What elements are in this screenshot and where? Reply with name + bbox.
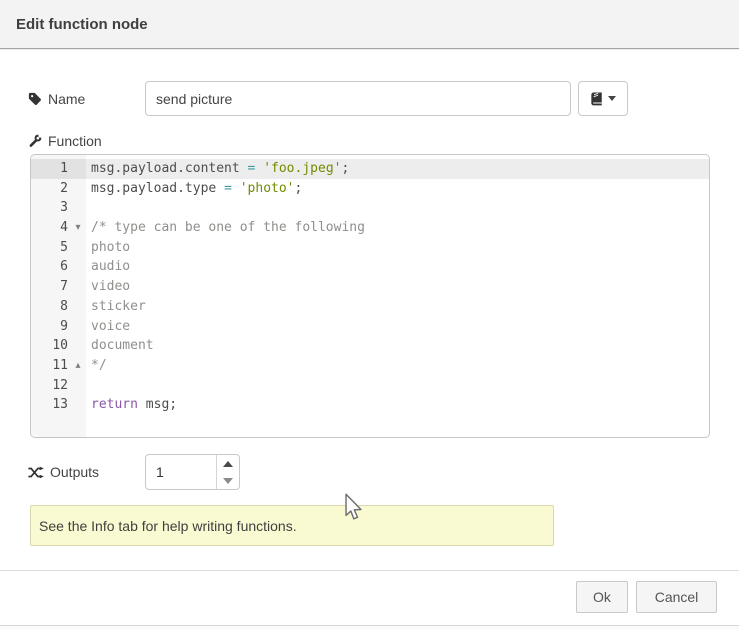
- code-text: video: [86, 277, 709, 297]
- code-line[interactable]: 13 return msg;: [31, 395, 709, 415]
- line-number: 9: [31, 317, 68, 337]
- line-number: 1: [31, 159, 68, 179]
- outputs-spinner: [145, 454, 240, 490]
- gutter-cell: 2: [31, 179, 86, 199]
- gutter-cell: 1: [31, 159, 86, 179]
- line-number: 5: [31, 238, 68, 258]
- gutter-cell: 11▴: [31, 356, 86, 376]
- outputs-input[interactable]: [146, 455, 216, 489]
- gutter-cell: 5: [31, 238, 86, 258]
- wrench-icon: [28, 134, 42, 148]
- shuffle-icon: [28, 466, 44, 479]
- code-text: /* type can be one of the following: [86, 218, 709, 238]
- code-text: */: [86, 356, 709, 376]
- gutter-cell: 7: [31, 277, 86, 297]
- code-line[interactable]: 3: [31, 198, 709, 218]
- line-number: 7: [31, 277, 68, 297]
- code-text: [86, 198, 709, 218]
- info-tip-text: See the Info tab for help writing functi…: [39, 518, 297, 534]
- library-button[interactable]: [578, 81, 628, 116]
- function-label-text: Function: [48, 133, 102, 149]
- tag-icon: [28, 92, 42, 106]
- spinner-up-button[interactable]: [217, 455, 239, 472]
- page-background-strip: [0, 626, 739, 630]
- name-input[interactable]: [145, 81, 571, 116]
- book-icon: [590, 92, 603, 106]
- caret-down-icon: [608, 96, 616, 101]
- gutter-cell: 6: [31, 257, 86, 277]
- code-text: return msg;: [86, 395, 709, 415]
- outputs-label: Outputs: [28, 454, 99, 490]
- function-label: Function: [28, 131, 102, 151]
- dialog-header: Edit function node: [0, 0, 739, 49]
- dialog-title: Edit function node: [16, 0, 148, 49]
- arrow-down-icon: [223, 478, 233, 484]
- line-number: 10: [31, 336, 68, 356]
- code-line[interactable]: 7 video: [31, 277, 709, 297]
- spinner-down-button[interactable]: [217, 472, 239, 489]
- name-label: Name: [28, 81, 85, 116]
- code-text: voice: [86, 317, 709, 337]
- line-number: 4: [31, 218, 68, 238]
- gutter-cell: 4▾: [31, 218, 86, 238]
- line-number: 11: [31, 356, 68, 376]
- gutter-cell: 10: [31, 336, 86, 356]
- gutter-cell: 3: [31, 198, 86, 218]
- cancel-button[interactable]: Cancel: [636, 581, 717, 613]
- gutter-cell: 8: [31, 297, 86, 317]
- line-number: 2: [31, 179, 68, 199]
- line-number: 13: [31, 395, 68, 415]
- code-text: audio: [86, 257, 709, 277]
- code-line[interactable]: 10 document: [31, 336, 709, 356]
- code-text: msg.payload.content = 'foo.jpeg';: [86, 159, 709, 179]
- function-code-editor[interactable]: 1 msg.payload.content = 'foo.jpeg'; 2 msg.p…: [30, 154, 710, 438]
- spinner-buttons: [216, 455, 239, 489]
- footer-divider: [0, 570, 739, 571]
- code-line[interactable]: 9 voice: [31, 317, 709, 337]
- name-label-text: Name: [48, 91, 85, 107]
- code-text: sticker: [86, 297, 709, 317]
- line-number: 6: [31, 257, 68, 277]
- gutter-cell: 13: [31, 395, 86, 415]
- code-line[interactable]: 1 msg.payload.content = 'foo.jpeg';: [31, 159, 709, 179]
- outputs-label-text: Outputs: [50, 464, 99, 480]
- code-line[interactable]: 2 msg.payload.type = 'photo';: [31, 179, 709, 199]
- info-tip-box: See the Info tab for help writing functi…: [30, 505, 554, 546]
- code-text: [86, 376, 709, 396]
- code-line[interactable]: 5 photo: [31, 238, 709, 258]
- gutter-cell: 12: [31, 376, 86, 396]
- ok-button[interactable]: Ok: [576, 581, 628, 613]
- fold-down-icon[interactable]: ▾: [70, 218, 86, 238]
- code-line[interactable]: 8 sticker: [31, 297, 709, 317]
- edit-function-dialog: Edit function node Name Function 1 msg.pa…: [0, 0, 739, 630]
- gutter-cell: 9: [31, 317, 86, 337]
- code-line[interactable]: 4▾/* type can be one of the following: [31, 218, 709, 238]
- arrow-up-icon: [223, 461, 233, 467]
- line-number: 3: [31, 198, 68, 218]
- code-text: document: [86, 336, 709, 356]
- code-line[interactable]: 6 audio: [31, 257, 709, 277]
- fold-up-icon[interactable]: ▴: [70, 356, 86, 376]
- code-line[interactable]: 12: [31, 376, 709, 396]
- code-text: photo: [86, 238, 709, 258]
- code-line[interactable]: 11▴*/: [31, 356, 709, 376]
- code-text: msg.payload.type = 'photo';: [86, 179, 709, 199]
- line-number: 8: [31, 297, 68, 317]
- editor-code-lines: 1 msg.payload.content = 'foo.jpeg'; 2 msg.p…: [31, 159, 709, 415]
- line-number: 12: [31, 376, 68, 396]
